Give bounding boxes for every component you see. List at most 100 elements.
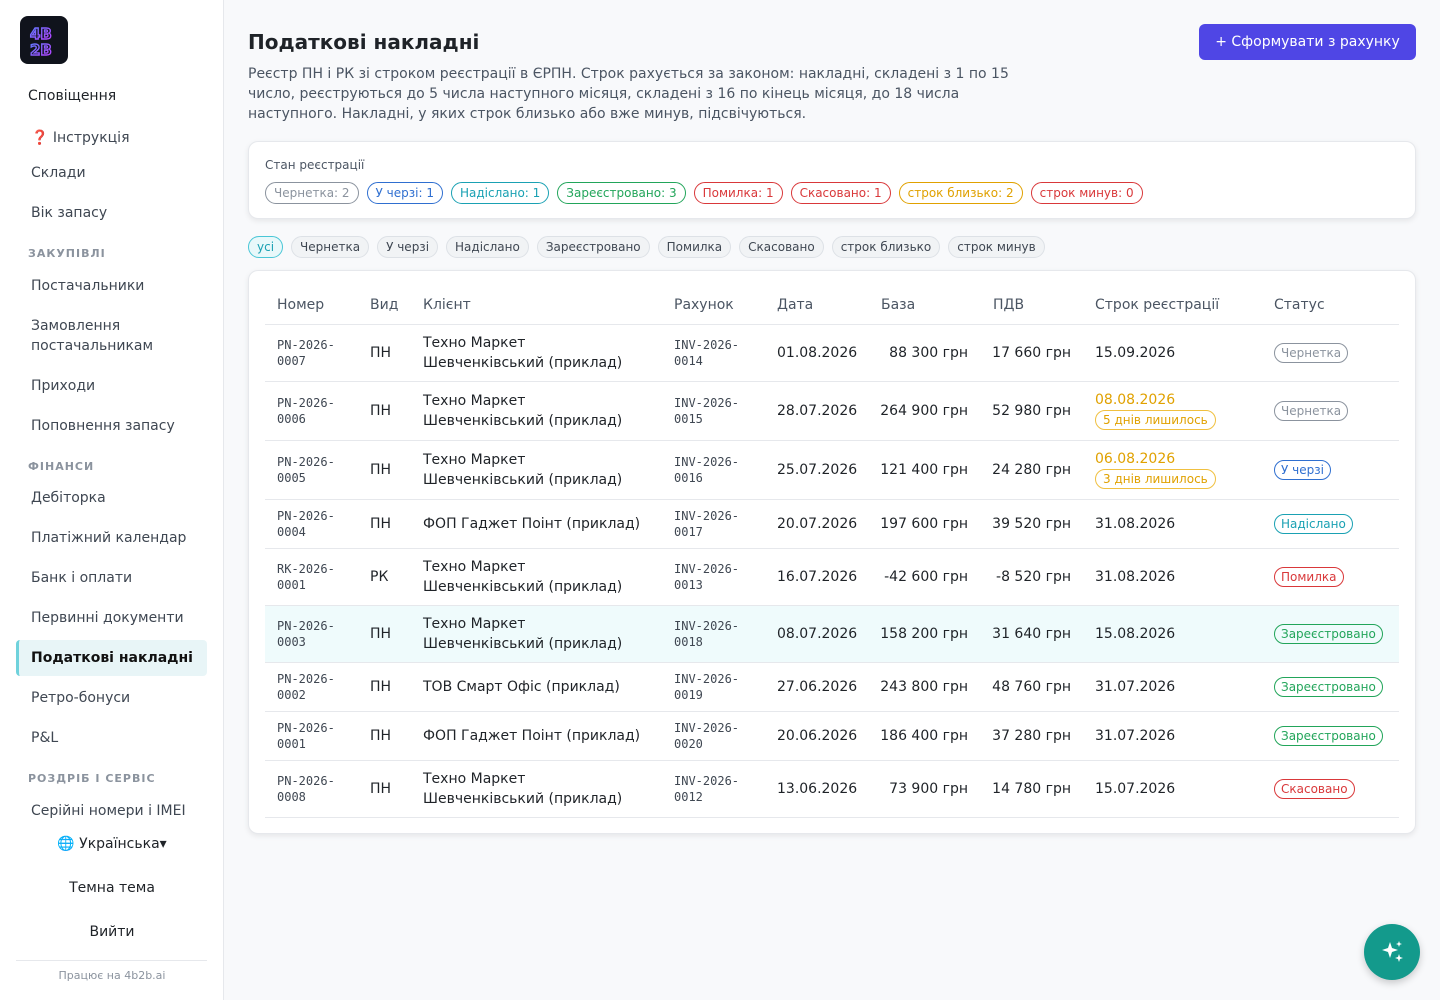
theme-toggle[interactable]: Темна тема	[0, 880, 224, 896]
sidebar-item-warehouses[interactable]: Склади	[16, 163, 207, 183]
table-row[interactable]: PN-2026- 0005 ПН Техно Маркет Шевченківськ…	[265, 441, 1399, 500]
col-vat[interactable]: ПДВ	[993, 297, 1024, 313]
invoice-date: 16.07.2026	[777, 569, 858, 585]
table-row[interactable]: PN-2026- 0007 ПН Техно Маркет Шевченківськ…	[265, 325, 1399, 382]
sidebar-item-receivables[interactable]: Дебіторка	[16, 488, 207, 508]
filter-chip[interactable]: Скасовано	[739, 236, 824, 258]
filter-chip[interactable]: строк минув	[948, 236, 1045, 258]
col-deadline[interactable]: Строк реєстрації	[1095, 297, 1219, 313]
col-number[interactable]: Номер	[277, 297, 324, 313]
sidebar-item-serials[interactable]: Серійні номери і IMEI	[16, 801, 207, 821]
sidebar-item-receipts[interactable]: Приходи	[16, 376, 207, 396]
registration-deadline: 31.08.2026	[1095, 516, 1175, 532]
invoice-number[interactable]: PN-2026- 0003	[277, 618, 335, 650]
invoice-number[interactable]: RK-2026- 0001	[277, 561, 335, 593]
tax-base: 73 900 грн	[889, 781, 968, 797]
invoice-date: 25.07.2026	[777, 462, 858, 478]
tax-base: -42 600 грн	[884, 569, 968, 585]
table-row[interactable]: PN-2026- 0008 ПН Техно Маркет Шевченківськ…	[265, 761, 1399, 818]
invoice-link[interactable]: INV-2026- 0020	[674, 720, 739, 752]
notifications-link[interactable]: Сповіщення	[28, 88, 116, 104]
col-type[interactable]: Вид	[370, 297, 398, 313]
invoice-number[interactable]: PN-2026- 0008	[277, 773, 335, 805]
vat-amount: 37 280 грн	[992, 728, 1071, 744]
sidebar-item-instructions[interactable]: ❓ Інструкція	[16, 128, 207, 148]
sidebar-item-primary-docs[interactable]: Первинні документи	[16, 608, 207, 628]
deadline-date: 06.08.2026	[1095, 451, 1176, 467]
table-row[interactable]: PN-2026- 0002 ПН ТОВ Смарт Офіс (приклад) I…	[265, 663, 1399, 712]
table-row[interactable]: PN-2026- 0001 ПН ФОП Гаджет Поінт (приклад…	[265, 712, 1399, 761]
status-badge: Надіслано	[1274, 514, 1353, 534]
col-date[interactable]: Дата	[777, 297, 813, 313]
ai-assistant-button[interactable]	[1364, 924, 1420, 980]
col-client[interactable]: Клієнт	[423, 297, 471, 313]
invoice-date: 08.07.2026	[777, 626, 858, 642]
invoice-number[interactable]: PN-2026- 0001	[277, 720, 335, 752]
sidebar-item-suppliers[interactable]: Постачальники	[16, 276, 207, 296]
client-name: Техно Маркет Шевченківський (приклад)	[423, 559, 623, 595]
sidebar-item-pnl[interactable]: P&L	[16, 728, 207, 748]
status-count-chip: строк минув: 0	[1030, 182, 1143, 204]
invoice-type: ПН	[370, 516, 392, 532]
page-title: Податкові накладні	[248, 30, 480, 54]
filter-chip[interactable]: усі	[248, 236, 284, 258]
invoice-link[interactable]: INV-2026- 0014	[674, 337, 739, 369]
status-count-chip: Чернетка: 2	[265, 182, 359, 204]
app-logo[interactable]: 4B 2B	[20, 16, 68, 64]
powered-by: Працює на 4b2b.ai	[58, 969, 166, 982]
invoice-link[interactable]: INV-2026- 0019	[674, 671, 739, 703]
filter-chip[interactable]: Надіслано	[446, 236, 529, 258]
table-row[interactable]: PN-2026- 0003 ПН Техно Маркет Шевченківськ…	[265, 606, 1399, 663]
sidebar-item-supplier-orders[interactable]: Замовлення постачальникам	[16, 316, 176, 356]
invoice-date: 27.06.2026	[777, 679, 858, 695]
tax-base: 197 600 грн	[880, 516, 968, 532]
sidebar-item-stock-age[interactable]: Вік запасу	[16, 203, 207, 223]
registration-deadline: 31.07.2026	[1095, 728, 1175, 744]
filter-chip[interactable]: строк близько	[831, 236, 941, 258]
status-count-chip: строк близько: 2	[898, 182, 1023, 204]
col-status[interactable]: Статус	[1274, 297, 1325, 313]
invoice-number[interactable]: PN-2026- 0004	[277, 508, 335, 540]
invoice-number[interactable]: PN-2026- 0006	[277, 395, 335, 427]
sidebar-item-retro-bonuses[interactable]: Ретро-бонуси	[16, 688, 207, 708]
registration-deadline: 15.09.2026	[1095, 345, 1175, 361]
invoice-date: 01.08.2026	[777, 345, 858, 361]
status-badge: У черзі	[1274, 460, 1331, 480]
invoice-number[interactable]: PN-2026- 0005	[277, 454, 335, 486]
col-base[interactable]: База	[881, 297, 915, 313]
status-cell: Зареєстровано	[1274, 677, 1383, 697]
sparkles-icon	[1382, 941, 1403, 962]
table-row[interactable]: PN-2026- 0004 ПН ФОП Гаджет Поінт (приклад…	[265, 500, 1399, 549]
sidebar-divider	[16, 960, 207, 961]
filter-chip[interactable]: Помилка	[657, 236, 732, 258]
invoice-link[interactable]: INV-2026- 0017	[674, 508, 739, 540]
vat-amount: -8 520 грн	[996, 569, 1071, 585]
invoice-link[interactable]: INV-2026- 0016	[674, 454, 739, 486]
sidebar-item-bank[interactable]: Банк і оплати	[16, 568, 207, 588]
sidebar-item-replenishment[interactable]: Поповнення запасу	[16, 416, 207, 436]
invoice-type: ПН	[370, 781, 392, 797]
tax-base: 264 900 грн	[880, 403, 968, 419]
sidebar-item-payment-calendar[interactable]: Платіжний календар	[16, 528, 207, 548]
table-row[interactable]: PN-2026- 0006 ПН Техно Маркет Шевченківськ…	[265, 382, 1399, 441]
invoice-link[interactable]: INV-2026- 0018	[674, 618, 739, 650]
filter-chip[interactable]: У черзі	[377, 236, 439, 258]
invoice-link[interactable]: INV-2026- 0015	[674, 395, 739, 427]
col-invoice[interactable]: Рахунок	[674, 297, 734, 313]
invoice-type: ПН	[370, 345, 392, 361]
invoice-number[interactable]: PN-2026- 0007	[277, 337, 335, 369]
registration-deadline: 31.07.2026	[1095, 679, 1175, 695]
client-name: Техно Маркет Шевченківський (приклад)	[423, 393, 623, 429]
invoice-number[interactable]: PN-2026- 0002	[277, 671, 335, 703]
status-cell: Надіслано	[1274, 514, 1353, 534]
filter-chip[interactable]: Зареєстровано	[536, 236, 650, 258]
sidebar-item-tax-invoices[interactable]: Податкові накладні	[16, 640, 207, 676]
logout-button[interactable]: Вийти	[0, 924, 224, 940]
create-from-invoice-button[interactable]: + Сформувати з рахунку	[1199, 24, 1416, 60]
table-row[interactable]: RK-2026- 0001 РК Техно Маркет Шевченківськ…	[265, 549, 1399, 606]
invoice-link[interactable]: INV-2026- 0012	[674, 773, 739, 805]
filter-chip[interactable]: Чернетка	[291, 236, 370, 258]
section-purchases: ЗАКУПІВЛІ	[28, 247, 106, 260]
language-select[interactable]: 🌐 Українська▾	[0, 836, 224, 852]
invoice-link[interactable]: INV-2026- 0013	[674, 561, 739, 593]
